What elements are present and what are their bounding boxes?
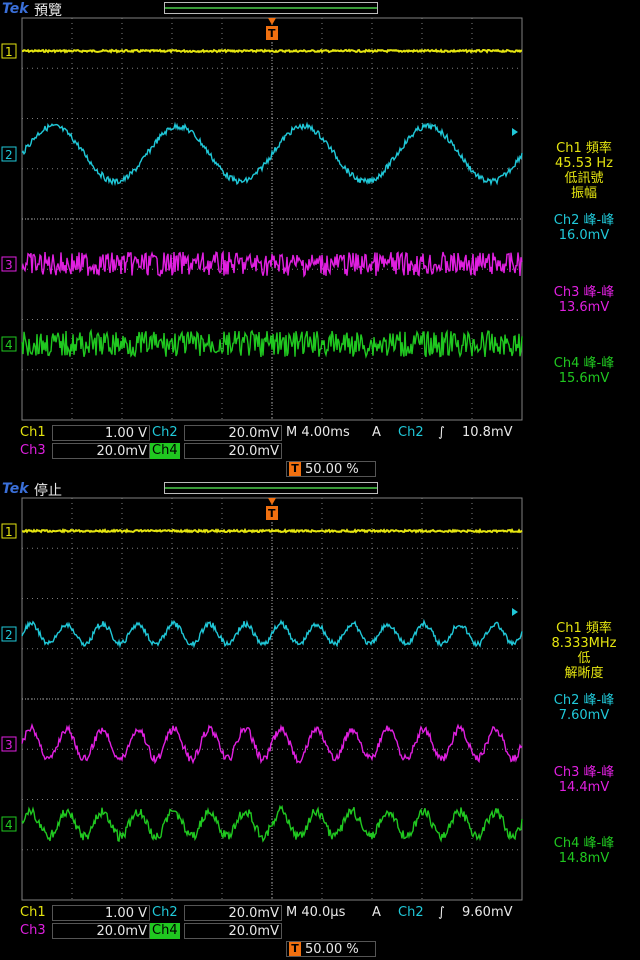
ch3-scale: 20.0mV <box>52 923 150 939</box>
measurement-ch2: Ch2 峰-峰 7.60mV <box>553 693 615 723</box>
trigger-level-marker <box>512 128 518 136</box>
trigger-position: T 50.00 % <box>286 941 376 957</box>
timebase: M 4.00ms <box>286 425 350 440</box>
svg-text:1: 1 <box>5 525 13 539</box>
svg-text:T: T <box>268 507 276 520</box>
ch2-label: Ch2 <box>152 425 178 440</box>
ch3-marker: 3 <box>1 736 17 752</box>
ch2-scale: 20.0mV <box>184 425 282 441</box>
measurement-ch4: Ch4 峰-峰 14.8mV <box>553 836 615 866</box>
acq-mode: A <box>372 905 381 920</box>
trigger-pointer <box>268 18 276 25</box>
ch4-scale: 20.0mV <box>184 443 282 459</box>
ch4-marker: 4 <box>1 816 17 832</box>
ch2-marker: 2 <box>1 146 17 162</box>
trigger-level: 9.60mV <box>462 905 513 920</box>
ch4-scale: 20.0mV <box>184 923 282 939</box>
ch3-marker: 3 <box>1 256 17 272</box>
trigger-icon: T <box>289 942 301 956</box>
ch4-marker: 4 <box>1 336 17 352</box>
ch1-trace <box>21 527 523 534</box>
ch1-scale: 1.00 V <box>52 905 150 921</box>
ch2-scale: 20.0mV <box>184 905 282 921</box>
trigger-source: Ch2 <box>398 905 424 920</box>
svg-text:2: 2 <box>5 628 13 642</box>
ch1-label: Ch1 <box>20 905 46 920</box>
timebase: M 40.0µs <box>286 905 346 920</box>
trigger-position-marker: T <box>266 26 278 40</box>
scope-capture-bottom: Tek 停止 1234T Ch1 頻率 8.333MHz 低 解晰度 Ch2 峰… <box>0 480 640 960</box>
ch1-scale: 1.00 V <box>52 425 150 441</box>
trigger-slope-icon: ∫ <box>438 425 445 440</box>
svg-text:1: 1 <box>5 45 13 59</box>
svg-text:3: 3 <box>5 738 13 752</box>
ch4-label: Ch4 <box>150 923 180 939</box>
trigger-level: 10.8mV <box>462 425 513 440</box>
ch1-trace <box>21 48 523 54</box>
measurement-ch1: Ch1 頻率 8.333MHz 低 解晰度 <box>551 621 617 681</box>
svg-text:2: 2 <box>5 148 13 162</box>
trigger-pointer <box>268 498 276 505</box>
svg-text:4: 4 <box>5 338 13 352</box>
ch2-marker: 2 <box>1 626 17 642</box>
trigger-position-marker: T <box>266 506 278 520</box>
trigger-slope-icon: ∫ <box>438 905 445 920</box>
ch1-marker: 1 <box>1 523 17 539</box>
acq-mode: A <box>372 425 381 440</box>
measurement-ch3: Ch3 峰-峰 14.4mV <box>553 765 615 795</box>
ch2-label: Ch2 <box>152 905 178 920</box>
measurement-ch2: Ch2 峰-峰 16.0mV <box>553 213 615 243</box>
svg-text:4: 4 <box>5 818 13 832</box>
ch4-trace <box>21 804 523 843</box>
trigger-icon: T <box>289 462 301 476</box>
measurement-ch4: Ch4 峰-峰 15.6mV <box>553 356 615 386</box>
scope-capture-top: Tek 預覽 1234T Ch1 頻率 45.53 Hz 低訊號 振幅 Ch2 … <box>0 0 640 480</box>
trigger-position: T 50.00 % <box>286 461 376 477</box>
ch4-label: Ch4 <box>150 443 180 459</box>
trigger-level-marker <box>512 608 518 616</box>
ch3-scale: 20.0mV <box>52 443 150 459</box>
svg-text:T: T <box>268 27 276 40</box>
ch3-label: Ch3 <box>20 923 46 938</box>
ch3-label: Ch3 <box>20 443 46 458</box>
measurement-ch1: Ch1 頻率 45.53 Hz 低訊號 振幅 <box>555 141 613 201</box>
ch1-label: Ch1 <box>20 425 46 440</box>
measurement-ch3: Ch3 峰-峰 13.6mV <box>553 285 615 315</box>
ch1-marker: 1 <box>1 43 17 59</box>
trigger-source: Ch2 <box>398 425 424 440</box>
svg-text:3: 3 <box>5 258 13 272</box>
